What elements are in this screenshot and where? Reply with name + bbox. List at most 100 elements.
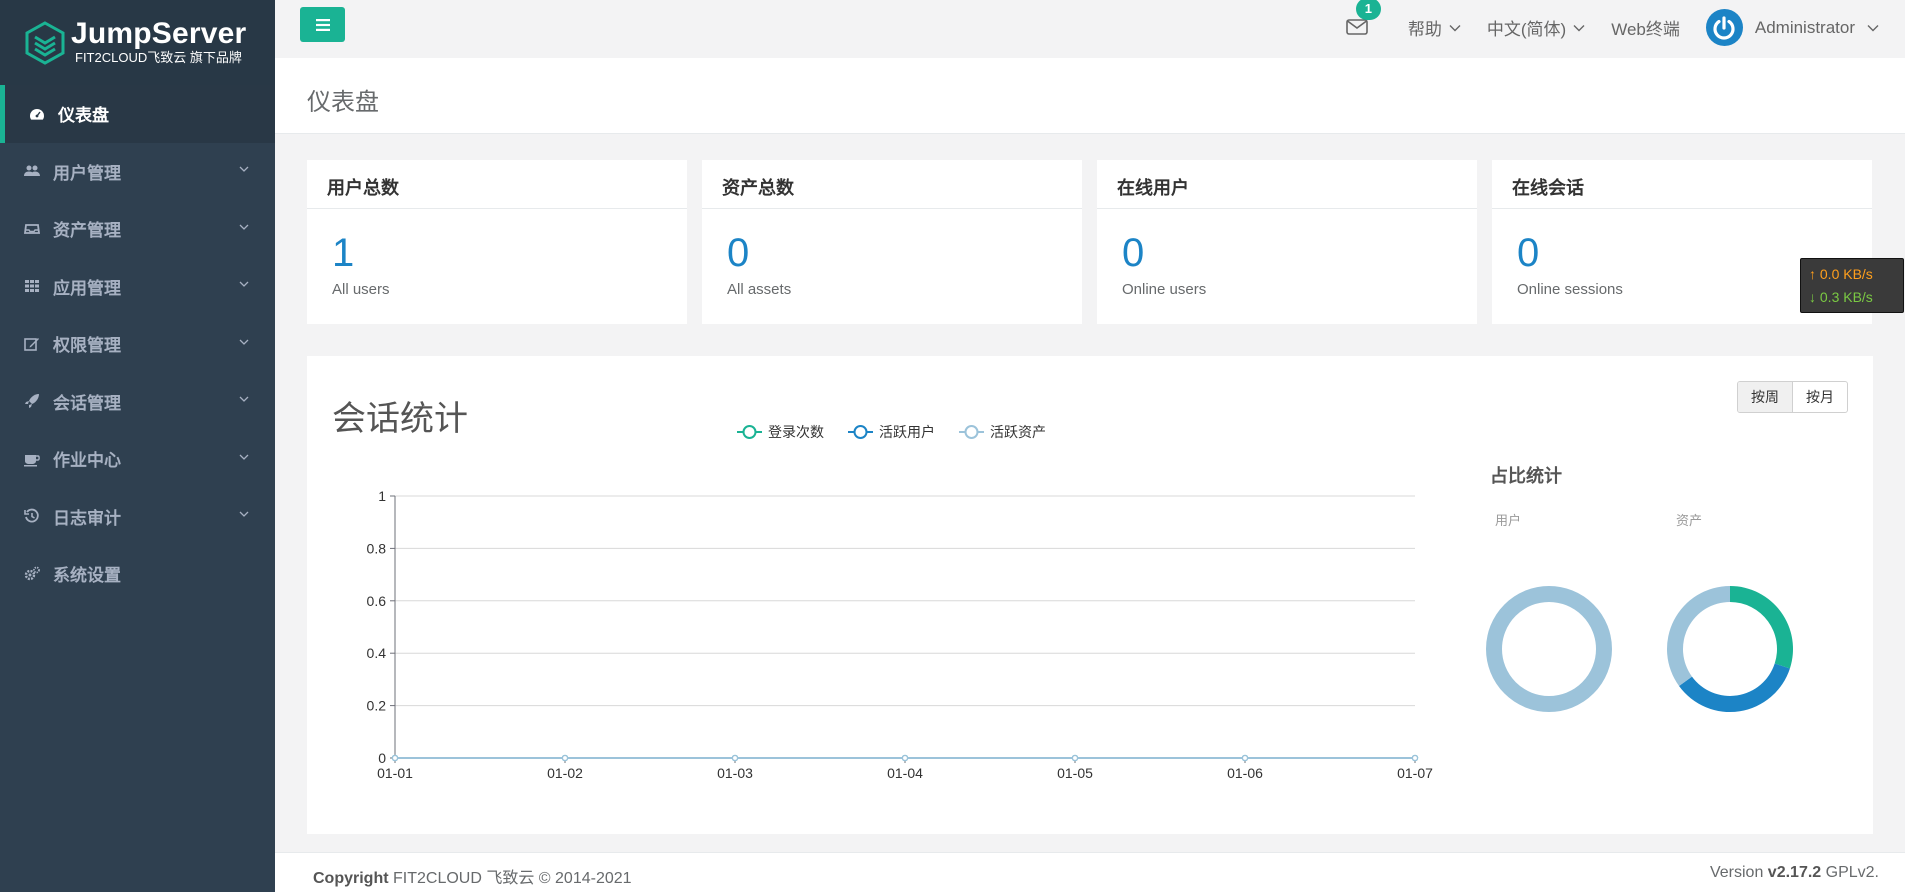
sidebar-item-assets[interactable]: 资产管理	[0, 200, 275, 258]
by-week-button[interactable]: 按周	[1738, 382, 1793, 412]
chevron-down-icon	[239, 224, 249, 230]
language-menu[interactable]: 中文(简体)	[1487, 15, 1585, 40]
sidebar-item-users[interactable]: 用户管理	[0, 143, 275, 201]
messages-button[interactable]: 1	[1346, 0, 1381, 38]
sidebar-item-audit[interactable]: 日志审计	[0, 488, 275, 546]
legend-label: 登录次数	[768, 424, 824, 440]
chevron-down-icon	[239, 396, 249, 403]
version-prefix: Version	[1709, 864, 1768, 881]
card-value[interactable]: 1	[332, 233, 687, 273]
copyright-text: FIT2CLOUD 飞致云 © 2014-2021	[388, 870, 632, 887]
network-speed-widget: ↑ 0.0 KB/s ↓ 0.3 KB/s	[1800, 258, 1904, 313]
donut-slice	[1730, 586, 1793, 669]
users-ratio-donut	[1486, 586, 1612, 712]
card-value[interactable]: 0	[727, 233, 1082, 273]
power-icon	[1713, 15, 1735, 40]
legend-item[interactable]: 活跃用户	[848, 424, 935, 440]
legend-label: 活跃资产	[990, 424, 1046, 440]
chevron-down-icon	[1573, 24, 1585, 31]
rocket-icon	[24, 393, 40, 409]
y-tick-label: 1	[378, 488, 386, 504]
brand-subtitle: FIT2CLOUD飞致云 旗下品牌	[75, 49, 242, 65]
chevron-down-icon	[239, 511, 249, 518]
legend-item[interactable]: 登录次数	[737, 424, 824, 440]
data-point	[1411, 754, 1419, 762]
sidebar-item-applications[interactable]: 应用管理	[0, 258, 275, 316]
legend-label: 活跃用户	[879, 424, 935, 440]
footer: Copyright FIT2CLOUD 飞致云 © 2014-2021 Vers…	[275, 852, 1905, 892]
data-point	[1241, 754, 1249, 762]
x-tick-label: 01-04	[887, 765, 923, 781]
hamburger-icon	[315, 18, 330, 31]
data-point	[561, 754, 569, 762]
x-tick-label: 01-06	[1227, 765, 1263, 781]
session-line-chart: 0 0.2 0.4 0.6 0.8 1 01-01 01-02 01-03 01-04 01-05 0…	[367, 424, 1434, 781]
messages-count-badge: 1	[1355, 0, 1381, 20]
envelope-icon	[1346, 18, 1368, 35]
card-title: 资产总数	[702, 160, 1082, 209]
help-menu[interactable]: 帮助	[1408, 15, 1461, 40]
legend-marker	[964, 425, 979, 439]
legend-item[interactable]: 活跃资产	[959, 424, 1046, 440]
sidebar-item-settings[interactable]: 系统设置	[0, 545, 275, 603]
page-title: 仪表盘	[307, 89, 379, 116]
ratio-label-users: 用户	[1495, 513, 1522, 528]
sidebar-item-sessions[interactable]: 会话管理	[0, 373, 275, 431]
chevron-down-icon	[239, 166, 249, 173]
version-number: v2.17.2	[1767, 864, 1822, 881]
brand-logo[interactable]: JumpServer FIT2CLOUD飞致云 旗下品牌	[0, 0, 275, 85]
y-tick-label: 0.8	[367, 540, 387, 556]
upload-speed: ↑ 0.0 KB/s	[1809, 266, 1873, 282]
y-tick-label: 0.4	[367, 645, 387, 661]
donut-slice	[1679, 663, 1790, 712]
sidebar-item-label: 用户管理	[53, 163, 121, 183]
sidebar-item-jobs[interactable]: 作业中心	[0, 430, 275, 488]
by-month-button[interactable]: 按月	[1793, 382, 1847, 412]
sidebar-item-label: 仪表盘	[58, 106, 109, 126]
sidebar-item-label: 作业中心	[53, 451, 121, 471]
y-tick-label: 0.2	[367, 698, 387, 714]
x-tick-label: 01-01	[377, 765, 413, 781]
avatar	[1705, 9, 1743, 46]
data-point	[391, 754, 399, 762]
user-menu[interactable]: Administrator	[1705, 9, 1879, 46]
copyright-label: Copyright	[313, 870, 389, 887]
user-name: Administrator	[1754, 17, 1855, 37]
web-terminal-link[interactable]: Web终端	[1611, 15, 1680, 40]
sidebar-item-label: 系统设置	[53, 566, 121, 586]
x-tick-label: 01-05	[1057, 765, 1093, 781]
top-navbar: 1 帮助 中文(简体) Web终端 Administrator	[275, 0, 1905, 58]
sidebar-nav: 仪表盘 用户管理 资产管理 应用管理 权限管理 会话管理 作业中心 日志审计 系…	[0, 85, 275, 603]
help-label: 帮助	[1407, 20, 1442, 39]
card-subtitle: All assets	[727, 281, 792, 298]
y-tick-label: 0	[378, 750, 386, 766]
x-tick-label: 01-03	[717, 765, 753, 781]
sidebar-item-label: 应用管理	[53, 278, 121, 298]
sidebar-item-dashboard[interactable]: 仪表盘	[0, 85, 275, 143]
chevron-down-icon	[1449, 24, 1461, 31]
ratio-stats-title: 占比统计	[1490, 466, 1562, 486]
assets-ratio-donut	[1667, 586, 1793, 712]
brand-title: JumpServer	[71, 16, 247, 50]
history-icon	[24, 508, 40, 524]
period-toggle: 按周 按月	[1737, 381, 1848, 413]
jumpserver-logo-icon	[25, 20, 65, 65]
card-title: 在线用户	[1097, 160, 1477, 209]
card-value[interactable]: 0	[1122, 233, 1477, 273]
stat-card-users: 用户总数 1 All users	[307, 160, 687, 324]
license-text: GPLv2.	[1821, 864, 1879, 881]
y-tick-label: 0.6	[367, 593, 387, 609]
sidebar-item-permissions[interactable]: 权限管理	[0, 315, 275, 373]
dashboard-icon	[29, 106, 45, 122]
inbox-icon	[24, 221, 40, 237]
card-subtitle: All users	[332, 281, 390, 298]
chevron-down-icon	[239, 454, 249, 460]
session-stats-panel: 会话统计 按周 按月 0 0.2 0.4 0.6 0.8 1 01-01 01-02 01-03…	[307, 356, 1873, 834]
page-header: 仪表盘	[275, 58, 1905, 134]
sidebar-toggle-button[interactable]	[300, 7, 345, 42]
download-speed: ↓ 0.3 KB/s	[1809, 289, 1873, 305]
language-label: 中文(简体)	[1486, 20, 1567, 39]
donut-slice	[1667, 586, 1730, 687]
web-terminal-label: Web终端	[1611, 20, 1680, 39]
chevron-down-icon	[239, 281, 249, 288]
